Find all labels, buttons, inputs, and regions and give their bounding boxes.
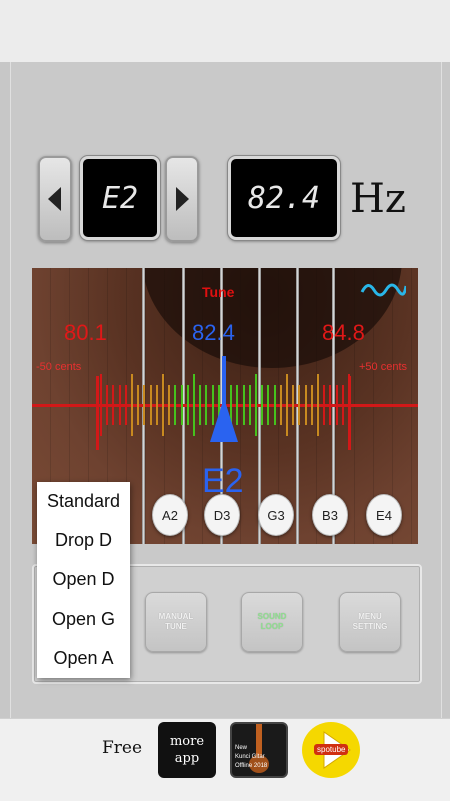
scale-tick	[112, 385, 115, 425]
left-cents-label: -50 cents	[36, 361, 82, 373]
ad-text-3: Offline 2018	[235, 763, 268, 769]
scale-tick	[162, 374, 164, 436]
scale-tick	[180, 385, 183, 425]
scale-tick	[106, 385, 109, 425]
spotube-label: spotube	[314, 744, 349, 755]
top-bar	[0, 0, 450, 63]
scale-tick	[310, 385, 313, 425]
scale-tick	[329, 385, 332, 425]
string-button-e4[interactable]: E4	[366, 494, 402, 536]
right-frequency: 84.8	[322, 320, 365, 345]
center-frequency: 82.4	[192, 320, 235, 345]
more-app-button[interactable]: more app	[158, 722, 216, 778]
scale-tick	[279, 385, 282, 425]
string-button-b3[interactable]: B3	[312, 494, 348, 536]
right-cents-label: +50 cents	[359, 361, 408, 373]
prev-note-button[interactable]	[38, 156, 72, 242]
scale-tick	[292, 385, 295, 425]
frequency-display: 82.4	[228, 156, 340, 240]
menu-item-standard[interactable]: Standard	[37, 482, 130, 521]
scale-tick	[242, 385, 245, 425]
scale-tick	[131, 374, 133, 436]
tuner-title: Tune	[202, 284, 235, 300]
scale-tick	[286, 374, 288, 436]
scale-tick	[304, 385, 307, 425]
scale-tick	[255, 374, 257, 436]
scale-tick	[100, 374, 102, 436]
bottom-ad-bar	[0, 718, 450, 801]
string-button-a2[interactable]: A2	[152, 494, 188, 536]
next-note-button[interactable]	[165, 156, 199, 242]
scale-tick	[273, 385, 276, 425]
scale-tick	[186, 385, 189, 425]
scale-tick	[267, 385, 270, 425]
string-button-g3[interactable]: G3	[258, 494, 294, 536]
frequency-unit: Hz	[350, 176, 406, 222]
menu-item-drop-d[interactable]: Drop D	[37, 521, 130, 560]
scale-tick	[137, 385, 140, 425]
scale-tick	[193, 374, 195, 436]
free-label: Free	[102, 738, 143, 758]
scale-tick	[199, 385, 202, 425]
scale-tick	[298, 385, 301, 425]
note-display: E2	[80, 156, 160, 240]
triangle-left-icon	[48, 187, 61, 211]
scale-tick	[323, 385, 326, 425]
scale-tick	[149, 385, 152, 425]
ad-text-1: New	[235, 745, 248, 751]
manual-tune-button[interactable]: MANUAL TUNE	[145, 592, 207, 652]
menu-item-open-d[interactable]: Open D	[37, 560, 130, 599]
scale-tick	[317, 374, 319, 436]
scale-tick	[205, 385, 208, 425]
left-frequency: 80.1	[64, 320, 107, 345]
left-limit-marker	[96, 376, 99, 450]
wave-icon[interactable]	[360, 278, 406, 302]
sound-loop-button[interactable]: SOUND LOOP	[241, 592, 303, 652]
kunci-gitar-ad[interactable]: New Kunci Gitar Offline 2018	[230, 722, 288, 778]
triangle-right-icon	[176, 187, 189, 211]
scale-tick	[168, 385, 171, 425]
tuning-needle-head	[210, 398, 238, 442]
ad-text-2: Kunci Gitar	[235, 754, 265, 760]
scale-tick	[174, 385, 177, 425]
menu-setting-button[interactable]: MENU SETTING	[339, 592, 401, 652]
scale-tick	[248, 385, 251, 425]
scale-tick	[261, 385, 264, 425]
scale-tick	[341, 385, 344, 425]
scale-tick	[124, 385, 127, 425]
scale-tick	[155, 385, 158, 425]
right-limit-marker	[348, 376, 351, 450]
spotube-ad[interactable]: spotube	[302, 722, 360, 778]
scale-tick	[335, 385, 338, 425]
menu-item-open-a[interactable]: Open A	[37, 639, 130, 678]
menu-item-open-g[interactable]: Open G	[37, 600, 130, 639]
string-button-d3[interactable]: D3	[204, 494, 240, 536]
scale-tick	[143, 385, 146, 425]
tuning-dropdown-menu: Standard Drop D Open D Open G Open A	[37, 482, 130, 678]
scale-tick	[118, 385, 121, 425]
